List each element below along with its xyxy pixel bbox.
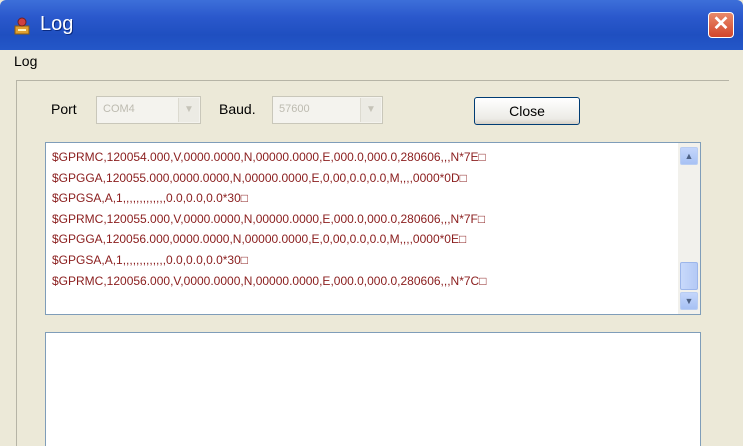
baud-label: Baud. (219, 101, 256, 117)
menu-item-log[interactable]: Log (14, 53, 37, 69)
log-line: $GPRMC,120054.000,V,0000.0000,N,00000.00… (52, 150, 486, 164)
close-icon: ✕ (712, 13, 730, 35)
port-select[interactable]: COM4 ▼ (96, 96, 201, 124)
log-line: $GPGGA,120056.000,0000.0000,N,00000.0000… (52, 232, 467, 247)
scroll-up-button[interactable]: ▲ (680, 147, 698, 165)
scrollbar-thumb[interactable] (680, 262, 698, 290)
chevron-down-icon[interactable]: ▼ (178, 98, 199, 122)
app-icon (14, 17, 30, 35)
log-line: $GPGSA,A,1,,,,,,,,,,,,,0.0,0.0,0.0*30□ (52, 252, 249, 267)
log-scrollbar[interactable]: ▲ ▼ (678, 143, 700, 314)
chevron-up-icon: ▲ (684, 151, 694, 161)
log-line: $GPRMC,120055.000,V,0000.0000,N,00000.00… (52, 211, 486, 226)
scroll-down-button[interactable]: ▼ (680, 292, 698, 310)
command-input[interactable] (45, 332, 701, 446)
window-title: Log (40, 13, 74, 35)
baud-select[interactable]: 57600 ▼ (272, 96, 383, 124)
log-line: $GPRMC,120056.000,V,0000.0000,N,00000.00… (52, 273, 487, 288)
port-label: Port (51, 101, 77, 117)
title-bar[interactable]: Log ✕ (0, 0, 743, 50)
log-line: $GPGSA,A,1,,,,,,,,,,,,,0.0,0.0,0.0*30□ (52, 191, 249, 206)
log-window: Log ✕ Log Port COM4 ▼ Baud. 57600 ▼ Clos… (0, 0, 743, 446)
log-output[interactable]: $GPRMC,120054.000,V,0000.0000,N,00000.00… (45, 142, 701, 315)
port-select-value: COM4 (103, 103, 135, 115)
chevron-down-icon: ▼ (684, 296, 694, 306)
menu-bar: Log (0, 50, 743, 72)
log-line: $GPGGA,120055.000,0000.0000,N,00000.0000… (52, 170, 467, 185)
chevron-down-icon[interactable]: ▼ (360, 98, 381, 122)
baud-select-value: 57600 (279, 103, 310, 115)
close-button[interactable]: Close (474, 97, 580, 125)
log-lines: $GPRMC,120054.000,V,0000.0000,N,00000.00… (52, 147, 672, 291)
window-close-button[interactable]: ✕ (708, 12, 734, 38)
